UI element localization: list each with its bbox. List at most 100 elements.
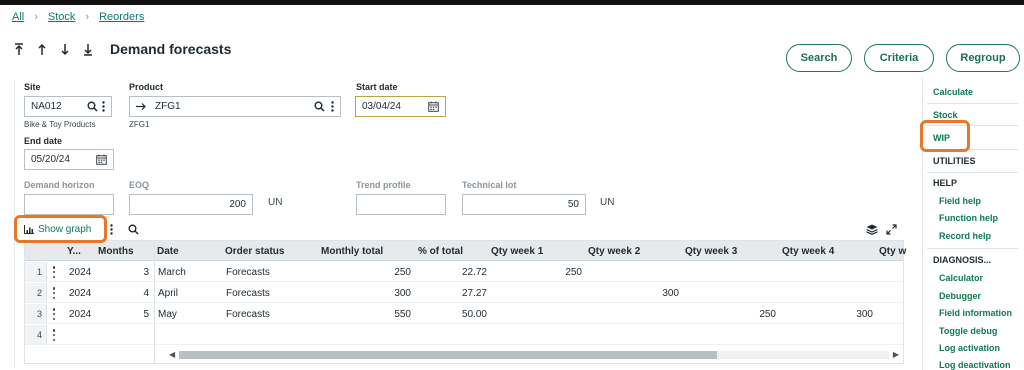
sidebar-item-calculate[interactable]: Calculate	[933, 87, 973, 97]
more-options-icon[interactable]	[102, 101, 105, 112]
start-date-field[interactable]: 03/04/24	[355, 96, 446, 117]
cell-status[interactable]: Forecasts	[226, 288, 270, 299]
cell-status[interactable]: Forecasts	[226, 267, 270, 278]
col-qty-week-3[interactable]: Qty week 3	[685, 246, 737, 257]
cell-year[interactable]: 2024	[69, 288, 91, 299]
col-order-status[interactable]: Order status	[225, 246, 284, 257]
horizontal-scrollbar[interactable]: ◀ ▶	[169, 348, 899, 360]
cell-date[interactable]: March	[158, 267, 186, 278]
more-options-icon[interactable]	[331, 101, 334, 112]
expand-icon[interactable]	[886, 224, 897, 235]
arrow-right-icon[interactable]	[136, 102, 146, 111]
row-menu-icon[interactable]	[52, 266, 56, 278]
demand-horizon-label: Demand horizon	[24, 180, 95, 190]
scroll-right-icon[interactable]: ▶	[893, 350, 899, 359]
cell-months[interactable]: 5	[125, 309, 149, 320]
calendar-icon[interactable]	[96, 154, 107, 165]
title-row: Demand forecasts	[12, 40, 231, 58]
search-button[interactable]: Search	[786, 44, 852, 72]
row-number: 1	[25, 262, 47, 281]
table-row[interactable]: 3 2024 5 May Forecasts 550 50.00 250 300	[25, 304, 903, 324]
eoq-field[interactable]: 200	[129, 194, 253, 215]
breadcrumb-all[interactable]: All	[12, 11, 24, 23]
next-record-icon[interactable]	[58, 40, 72, 58]
scroll-left-icon[interactable]: ◀	[169, 350, 175, 359]
col-monthly-total[interactable]: Monthly total	[321, 246, 383, 257]
cell-months[interactable]: 3	[125, 267, 149, 278]
first-record-icon[interactable]	[12, 40, 26, 58]
trend-profile-field[interactable]	[356, 194, 446, 215]
sidebar-heading-utilities[interactable]: UTILITIES	[933, 156, 976, 166]
cell-week-2[interactable]: 300	[622, 288, 679, 299]
sidebar-item-debugger[interactable]: Debugger	[939, 291, 981, 301]
sidebar-heading-diagnosis: DIAGNOSIS...	[933, 255, 992, 265]
sidebar-item-stock[interactable]: Stock	[933, 110, 958, 120]
row-menu-icon[interactable]	[52, 308, 56, 320]
cell-months[interactable]: 4	[125, 288, 149, 299]
cell-date[interactable]: April	[158, 288, 178, 299]
last-record-icon[interactable]	[81, 40, 95, 58]
col-qty-week-5[interactable]: Qty w	[879, 246, 906, 257]
eoq-value: 200	[229, 199, 246, 210]
forecast-grid: Y... Months Date Order status Monthly to…	[24, 240, 906, 364]
criteria-button[interactable]: Criteria	[864, 44, 934, 72]
cell-monthly-total[interactable]: 250	[345, 267, 411, 278]
cell-monthly-total[interactable]: 300	[345, 288, 411, 299]
cell-week-1[interactable]: 250	[525, 267, 582, 278]
search-icon[interactable]	[87, 101, 98, 112]
sidebar-item-calculator[interactable]: Calculator	[939, 273, 983, 283]
cell-year[interactable]: 2024	[69, 267, 91, 278]
calendar-icon[interactable]	[428, 101, 439, 112]
layers-icon[interactable]	[866, 224, 878, 235]
cell-pct[interactable]: 22.72	[429, 267, 487, 278]
start-date-value: 03/04/24	[362, 101, 401, 112]
sidebar-item-function-help[interactable]: Function help	[939, 213, 998, 223]
table-row[interactable]: 2 2024 4 April Forecasts 300 27.27 300	[25, 283, 903, 303]
row-menu-icon[interactable]	[52, 329, 56, 341]
sidebar-item-toggle-debug[interactable]: Toggle debug	[939, 326, 997, 336]
end-date-value: 05/20/24	[31, 154, 70, 165]
table-row[interactable]: 4	[25, 325, 903, 345]
regroup-button[interactable]: Regroup	[946, 44, 1020, 72]
cell-pct[interactable]: 50.00	[429, 309, 487, 320]
cell-week-3[interactable]: 250	[719, 309, 776, 320]
sidebar-item-record-help[interactable]: Record help	[939, 231, 991, 241]
divider	[927, 172, 1018, 173]
col-pct-total[interactable]: % of total	[418, 246, 463, 257]
sidebar-heading-help: HELP	[933, 178, 958, 188]
cell-year[interactable]: 2024	[69, 309, 91, 320]
site-field[interactable]: NA012	[24, 96, 112, 117]
breadcrumb-reorders[interactable]: Reorders	[99, 11, 144, 23]
breadcrumb-stock[interactable]: Stock	[48, 11, 76, 23]
cell-monthly-total[interactable]: 550	[345, 309, 411, 320]
col-months[interactable]: Months	[98, 246, 134, 257]
sidebar-item-field-help[interactable]: Field help	[939, 196, 981, 206]
cell-date[interactable]: May	[158, 309, 177, 320]
search-icon[interactable]	[314, 101, 325, 112]
col-year[interactable]: Y...	[67, 246, 81, 257]
col-qty-week-2[interactable]: Qty week 2	[588, 246, 640, 257]
wip-highlight	[920, 120, 970, 152]
col-qty-week-1[interactable]: Qty week 1	[491, 246, 543, 257]
end-date-field[interactable]: 05/20/24	[24, 149, 114, 170]
table-row[interactable]: 1 2024 3 March Forecasts 250 22.72 250	[25, 262, 903, 282]
cell-status[interactable]: Forecasts	[226, 309, 270, 320]
divider	[927, 248, 1018, 249]
search-icon[interactable]	[128, 224, 139, 235]
cell-pct[interactable]: 27.27	[429, 288, 487, 299]
sidebar-item-log-deactivation[interactable]: Log deactivation	[939, 360, 1011, 370]
row-menu-icon[interactable]	[52, 287, 56, 299]
sidebar-item-log-activation[interactable]: Log activation	[939, 343, 1000, 353]
product-field[interactable]: ZFG1	[129, 96, 341, 117]
cell-week-4[interactable]: 300	[816, 309, 873, 320]
technical-lot-field[interactable]: 50	[462, 194, 586, 215]
col-qty-week-4[interactable]: Qty week 4	[782, 246, 834, 257]
col-date[interactable]: Date	[157, 246, 179, 257]
site-description: Bike & Toy Products	[24, 120, 96, 129]
demand-horizon-field[interactable]	[24, 194, 114, 215]
previous-record-icon[interactable]	[35, 40, 49, 58]
product-value: ZFG1	[155, 101, 181, 112]
more-options-icon[interactable]	[110, 224, 113, 235]
sidebar-item-field-information[interactable]: Field information	[939, 308, 1012, 318]
scroll-thumb[interactable]	[179, 351, 717, 359]
